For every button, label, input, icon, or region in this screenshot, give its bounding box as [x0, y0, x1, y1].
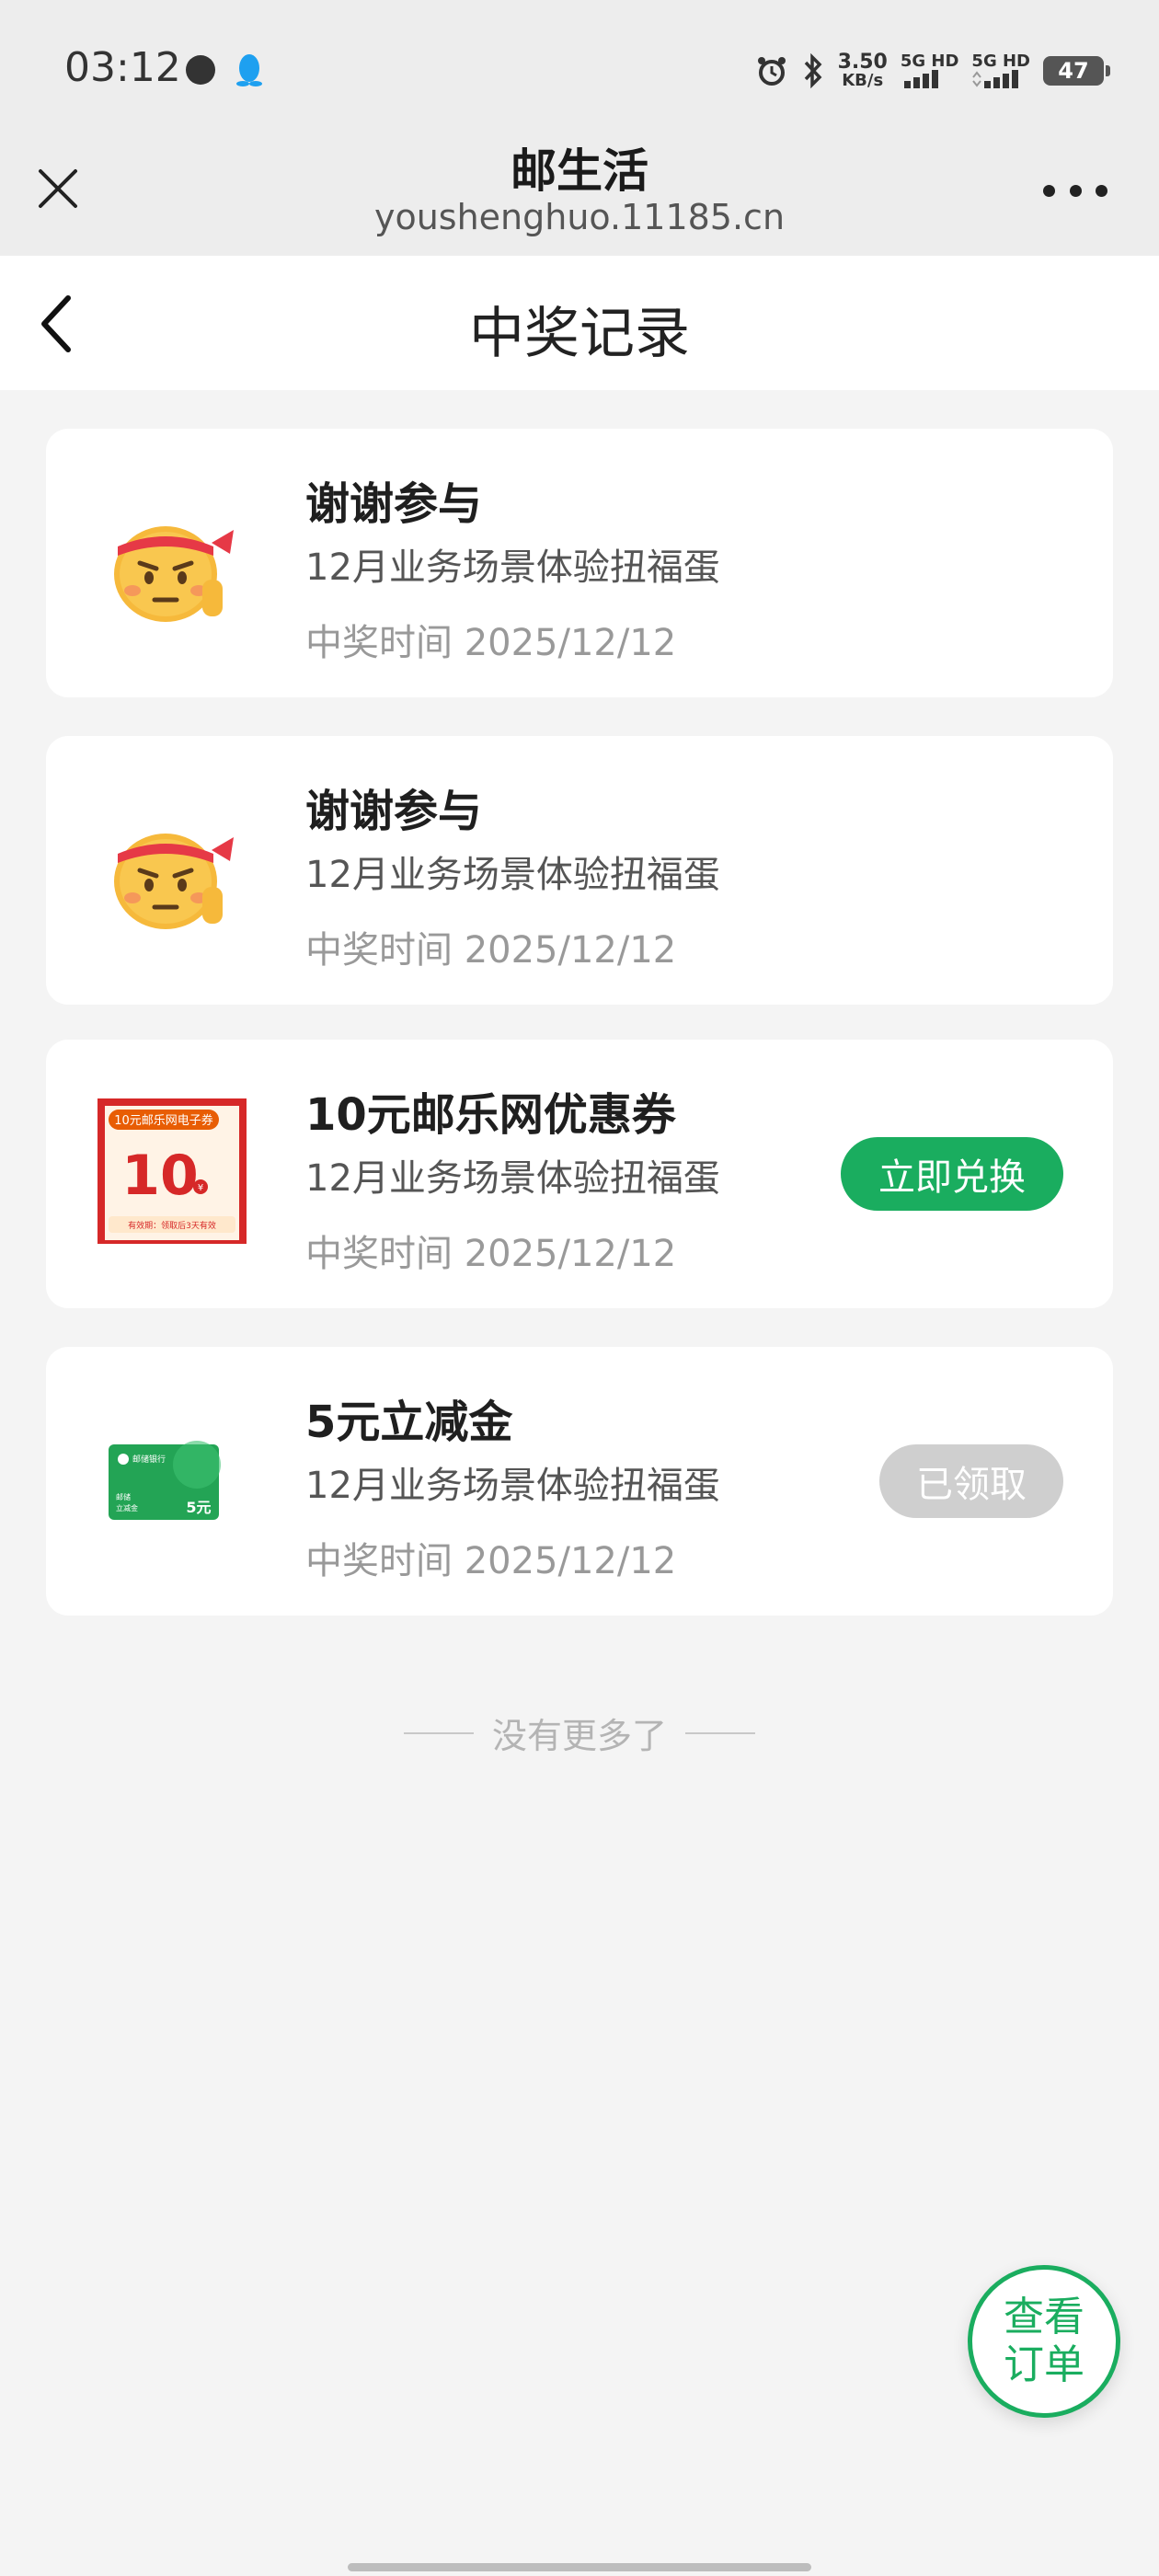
win-time: 中奖时间 2025/12/12: [305, 1233, 677, 1275]
app-url: youshenghuo.11185.cn: [373, 197, 786, 237]
prize-name: 10元邮乐网优惠券: [305, 1089, 676, 1141]
thanks-emoji-icon: [114, 526, 234, 622]
redeem-now-button[interactable]: 立即兑换: [841, 1137, 1063, 1211]
qq-penguin-icon: [236, 54, 262, 86]
coupon-voucher-icon: 10元邮乐网电子券 10 ¥ 有效期：领取后3天有效: [98, 1098, 247, 1244]
prize-record-card: 谢谢参与 12月业务场景体验扭福蛋 中奖时间 2025/12/12: [46, 429, 1113, 697]
discount-card-icon: 邮储银行 邮储 立减金 5元: [109, 1441, 221, 1520]
sim2-label: 5G HD: [971, 52, 1030, 71]
view-orders-button[interactable]: 查看 订单: [968, 2265, 1120, 2418]
sim1-label: 5G HD: [900, 52, 959, 71]
divider: [685, 1731, 755, 1734]
mini-program-titlebar: 邮生活 youshenghuo.11185.cn: [0, 129, 1159, 256]
status-indicators: 3.50 KB/s 5G HD 5G HD 47: [755, 48, 1110, 94]
end-of-list-text: 没有更多了: [491, 1716, 667, 1756]
network-speed: 3.50 KB/s: [838, 52, 888, 89]
coupon-note: 有效期：领取后3天有效: [128, 1220, 216, 1231]
dot-icon: [1069, 184, 1082, 197]
page-header: 中奖记录: [0, 256, 1159, 390]
fab-line1: 查看: [1004, 2294, 1084, 2340]
win-time: 中奖时间 2025/12/12: [305, 622, 677, 664]
status-time: 03:12: [64, 44, 181, 91]
status-bar: 03:12 3.50 KB/s 5G HD 5G HD 47: [0, 0, 1159, 129]
win-time: 中奖时间 2025/12/12: [305, 1540, 677, 1582]
coupon-banner: 10元邮乐网电子券: [114, 1113, 213, 1128]
prize-record-card: 邮储银行 邮储 立减金 5元 5元立减金 12月业务场景体验扭福蛋 中奖时间 2…: [46, 1347, 1113, 1616]
activity-name: 12月业务场景体验扭福蛋: [305, 854, 720, 896]
win-time: 中奖时间 2025/12/12: [305, 929, 677, 972]
signal-bars-icon: [972, 70, 1019, 88]
prize-name: 5元立减金: [305, 1397, 513, 1448]
app-title: 邮生活: [511, 144, 648, 198]
page-title: 中奖记录: [469, 302, 690, 366]
thanks-emoji-icon: [114, 834, 234, 929]
speed-unit: KB/s: [842, 71, 884, 90]
activity-name: 12月业务场景体验扭福蛋: [305, 1465, 720, 1507]
sim1-signal: 5G HD: [900, 52, 959, 88]
card-line2: 立减金: [116, 1503, 138, 1512]
bluetooth-icon: [804, 53, 821, 88]
home-indicator[interactable]: [348, 2563, 811, 2571]
signal-bars-icon: [903, 70, 938, 88]
end-of-list-note: 没有更多了: [0, 1708, 1159, 1758]
more-menu-button[interactable]: [1043, 177, 1107, 204]
claimed-status-button: 已领取: [879, 1444, 1063, 1518]
sim2-signal: 5G HD: [971, 53, 1030, 88]
speed-value: 3.50: [837, 51, 888, 74]
prize-record-card: 谢谢参与 12月业务场景体验扭福蛋 中奖时间 2025/12/12: [46, 736, 1113, 1005]
card-line1: 邮储: [116, 1492, 131, 1501]
dot-icon: [1096, 184, 1107, 197]
alarm-icon: [757, 57, 786, 86]
coupon-value: 10: [121, 1144, 199, 1208]
card-brand: 邮储银行: [132, 1454, 166, 1465]
divider: [403, 1731, 474, 1734]
fab-line2: 订单: [1004, 2341, 1084, 2388]
prize-record-card: 10元邮乐网电子券 10 ¥ 有效期：领取后3天有效 10元邮乐网优惠券 12月…: [46, 1040, 1113, 1308]
dot-icon: [1043, 184, 1055, 197]
activity-name: 12月业务场景体验扭福蛋: [305, 546, 720, 589]
battery-indicator: 47: [1043, 56, 1110, 86]
coupon-currency: ¥: [198, 1183, 203, 1193]
prize-name: 谢谢参与: [305, 786, 483, 837]
browser-icon: [186, 55, 215, 85]
card-value: 5元: [186, 1499, 211, 1516]
prize-name: 谢谢参与: [305, 478, 483, 530]
activity-name: 12月业务场景体验扭福蛋: [305, 1157, 720, 1200]
